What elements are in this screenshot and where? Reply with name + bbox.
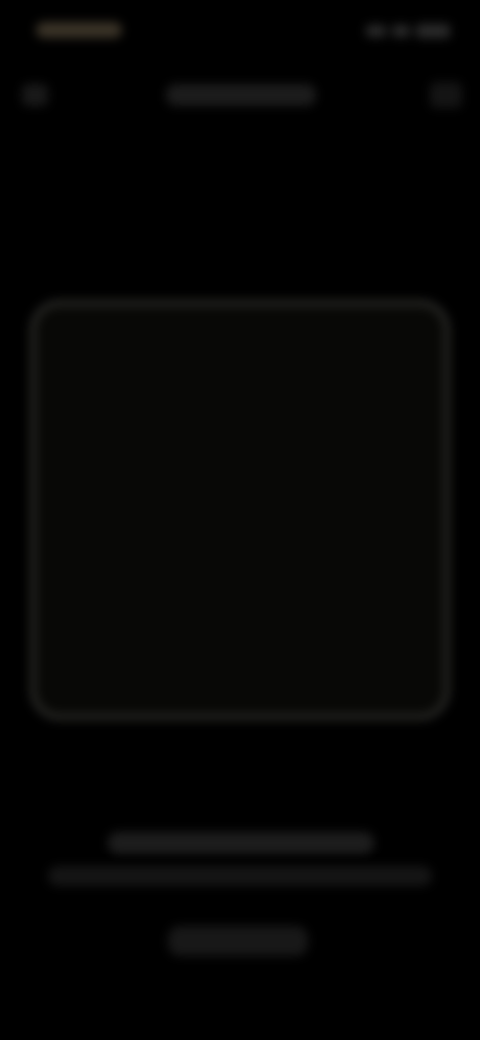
status-bar: [0, 14, 480, 48]
nav-bar: [0, 74, 480, 118]
signal-icon: [366, 25, 386, 37]
action-button[interactable]: [168, 926, 308, 956]
back-icon[interactable]: [22, 84, 48, 106]
prompt-text-primary: [108, 832, 374, 854]
menu-icon[interactable]: [430, 82, 462, 108]
status-time: [36, 22, 122, 38]
scan-frame: [30, 300, 450, 720]
page-title: [166, 84, 316, 106]
wifi-icon: [392, 25, 410, 37]
battery-icon: [416, 24, 450, 38]
prompt-text-secondary: [48, 866, 432, 886]
status-icons: [350, 22, 450, 40]
